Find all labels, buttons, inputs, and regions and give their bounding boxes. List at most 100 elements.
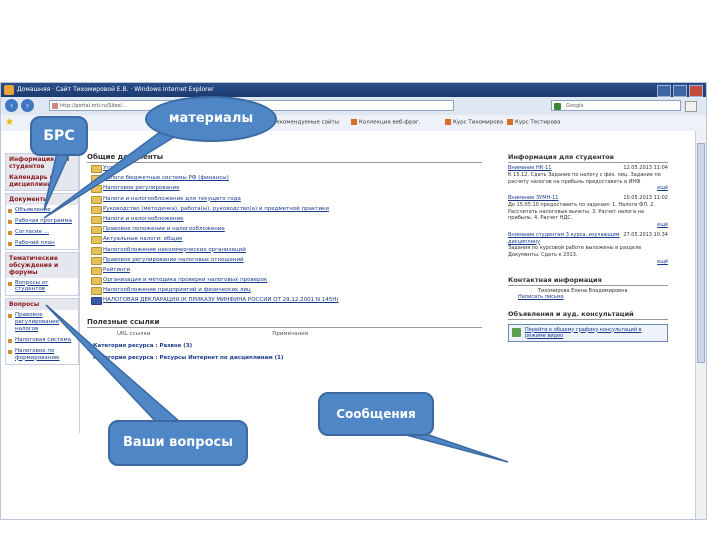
nav-question-item[interactable]: Налоговая система — [6, 335, 78, 346]
news-more-link[interactable]: ещё — [508, 259, 668, 266]
nav-doc-item[interactable]: Рабочая программа — [6, 216, 78, 227]
folder-item[interactable]: Руководство (методичка), работа(ы), руко… — [87, 204, 482, 214]
links-col-note: Примечания — [272, 330, 309, 337]
contact-heading: Контактная информация — [508, 276, 668, 286]
favorites-star-icon[interactable]: ★ — [5, 118, 15, 128]
contact-mail-link[interactable]: Написать письмо — [508, 294, 668, 300]
folder-label: Правовое регулирование налоговых отношен… — [103, 256, 244, 263]
folder-label: Налоги и налогообложение — [103, 215, 184, 222]
folder-icon — [91, 205, 102, 214]
page-content: Информация для студентов Календарь и дис… — [1, 131, 706, 519]
search-button[interactable] — [685, 101, 697, 112]
news-more-link[interactable]: ещё — [508, 222, 668, 229]
nav-forum-item[interactable]: Вопросы от студентов — [6, 278, 78, 296]
folder-label: Налогообложение предприятий и физических… — [103, 287, 251, 294]
window-title: Домашняя · Сайт Тихомировой Е.В. · Windo… — [17, 86, 214, 93]
fav-item-2[interactable]: Коллекция веб-фраг. — [351, 119, 421, 126]
folder-label: Налоги бюджетные системы РФ (финансы) — [103, 175, 229, 182]
search-placeholder: Google — [566, 103, 584, 109]
maximize-button[interactable] — [673, 85, 687, 97]
news-body: К 15.12. Сдать Задание по налогу с физ. … — [508, 171, 661, 185]
folder-item[interactable]: Правовое регулирование налоговых отношен… — [87, 255, 482, 265]
nav-question-item[interactable]: Правовое регулирование налогов — [6, 310, 78, 335]
news-date: 10.05.2013 11:02 — [623, 195, 668, 201]
folder-item[interactable]: Актуальные налоги: общие — [87, 234, 482, 245]
fav-label-3: Курс Тихомирова — [453, 119, 504, 126]
window-controls — [657, 85, 703, 97]
folder-item[interactable]: Рейтинги — [87, 265, 482, 275]
nav-doc-item[interactable]: Согласие ... — [6, 227, 78, 238]
folder-icon — [91, 287, 102, 296]
ie-icon — [4, 85, 14, 95]
news-list: 12.05.2013 11:04 Внимание НК-11 К 15.12. С… — [508, 165, 668, 266]
messages-callout: Сообщения — [318, 392, 434, 436]
folder-label: Налогообложение некоммерческих организац… — [103, 246, 246, 253]
close-button[interactable] — [689, 85, 703, 97]
fav-item-3[interactable]: Курс Тихомирова — [445, 119, 503, 126]
scrollbar-thumb[interactable] — [697, 143, 705, 363]
folder-item[interactable]: Налоги и налогообложение — [87, 214, 482, 224]
links-header-row: URL ссылки Примечания — [87, 328, 482, 340]
left-navigation: Информация для студентов Календарь и дис… — [5, 153, 80, 433]
materials-callout-text: материалы — [168, 111, 254, 126]
folder-item[interactable]: Уго — [87, 163, 482, 173]
category-link-2[interactable]: Категория ресурса : Ресурсы Интернет по … — [87, 352, 482, 364]
fav-icon — [507, 119, 513, 125]
folder-icon — [91, 195, 102, 204]
folder-icon — [91, 266, 102, 275]
document-icon — [91, 297, 102, 306]
news-date: 27.05.2013 10:34 — [623, 231, 668, 238]
nav-head-calendar[interactable]: Календарь и дисциплины — [6, 172, 78, 190]
folder-icon — [91, 185, 102, 194]
folder-item[interactable]: Налоги бюджетные системы РФ (финансы) — [87, 173, 482, 184]
folder-item[interactable]: Налоговое регулирование — [87, 183, 482, 194]
nav-head-questions[interactable]: Вопросы — [6, 299, 78, 311]
folder-list: Уго Налоги бюджетные системы РФ (финансы)… — [87, 163, 482, 306]
brs-callout-text: БРС — [43, 128, 75, 144]
folder-item[interactable]: Организация и методика проверки налоговы… — [87, 275, 482, 286]
nav-doc-item[interactable]: Рабочий план — [6, 238, 78, 249]
left-block-info: Информация для студентов Календарь и дис… — [5, 153, 79, 191]
folder-item[interactable]: НАЛОГОВАЯ ДЕКЛАРАЦИЯ (К ПРИКАЗУ МИНФИНА … — [87, 295, 482, 306]
fav-label-4: Курс Тестирова — [515, 119, 561, 126]
address-text: http://portal.mti.ru/Sites/... — [60, 103, 127, 109]
nav-question-item[interactable]: Налоговое по формированию — [6, 346, 78, 364]
folder-item[interactable]: Правовое положение и налогообложение — [87, 224, 482, 235]
news-more-link[interactable]: ещё — [508, 185, 668, 192]
folder-label: НАЛОГОВАЯ ДЕКЛАРАЦИЯ (К ПРИКАЗУ МИНФИНА … — [103, 297, 339, 304]
google-icon — [554, 103, 561, 110]
folder-icon — [91, 277, 102, 286]
category-link-1[interactable]: Категория ресурса : Развое (3) — [87, 340, 482, 352]
consultations-link[interactable]: Перейти к общему графику консультаций в … — [508, 323, 668, 342]
scrollbar[interactable] — [695, 131, 706, 519]
minimize-button[interactable] — [657, 85, 671, 97]
news-heading: Информация для студентов — [508, 153, 668, 163]
fav-label-1: Рекомендуемые сайты — [273, 119, 340, 126]
folder-icon — [91, 215, 102, 224]
folder-label: Организация и методика проверки налоговы… — [103, 277, 268, 284]
links-heading: Полезные ссылки — [87, 318, 482, 328]
materials-callout: материалы — [145, 96, 277, 142]
forward-icon[interactable]: › — [21, 99, 34, 112]
news-item: 12.05.2013 11:04 Внимание НК-11 К 15.12. С… — [508, 165, 668, 192]
folder-label: Актуальные налоги: общие — [103, 236, 183, 243]
back-icon[interactable]: ‹ — [5, 99, 18, 112]
right-column: Информация для студентов 12.05.2013 11:0… — [508, 153, 668, 519]
folder-label: Налоги и налогообложение для текущего го… — [103, 195, 241, 202]
folder-item[interactable]: Налогообложение некоммерческих организац… — [87, 245, 482, 255]
search-input[interactable]: Google — [551, 100, 681, 111]
nav-head-docs[interactable]: Документы — [6, 194, 78, 205]
folder-label: Правовое положение и налогообложение — [103, 226, 225, 233]
page-icon — [52, 103, 58, 109]
folder-icon — [91, 175, 102, 184]
folder-icon — [91, 246, 102, 255]
folder-item[interactable]: Налоги и налогообложение для текущего го… — [87, 194, 482, 204]
nav-doc-item[interactable]: Объявление — [6, 205, 78, 216]
folder-icon — [91, 256, 102, 265]
folder-item[interactable]: Налогообложение предприятий и физических… — [87, 285, 482, 296]
fav-item-4[interactable]: Курс Тестирова — [507, 119, 560, 126]
left-block-forums: Тематические обсуждения и форумы Вопросы… — [5, 251, 79, 297]
nav-head-forums[interactable]: Тематические обсуждения и форумы — [6, 252, 78, 278]
news-body: Задания по курсовой работе выложены в ра… — [508, 245, 642, 258]
nav-head-info[interactable]: Информация для студентов — [6, 154, 78, 172]
